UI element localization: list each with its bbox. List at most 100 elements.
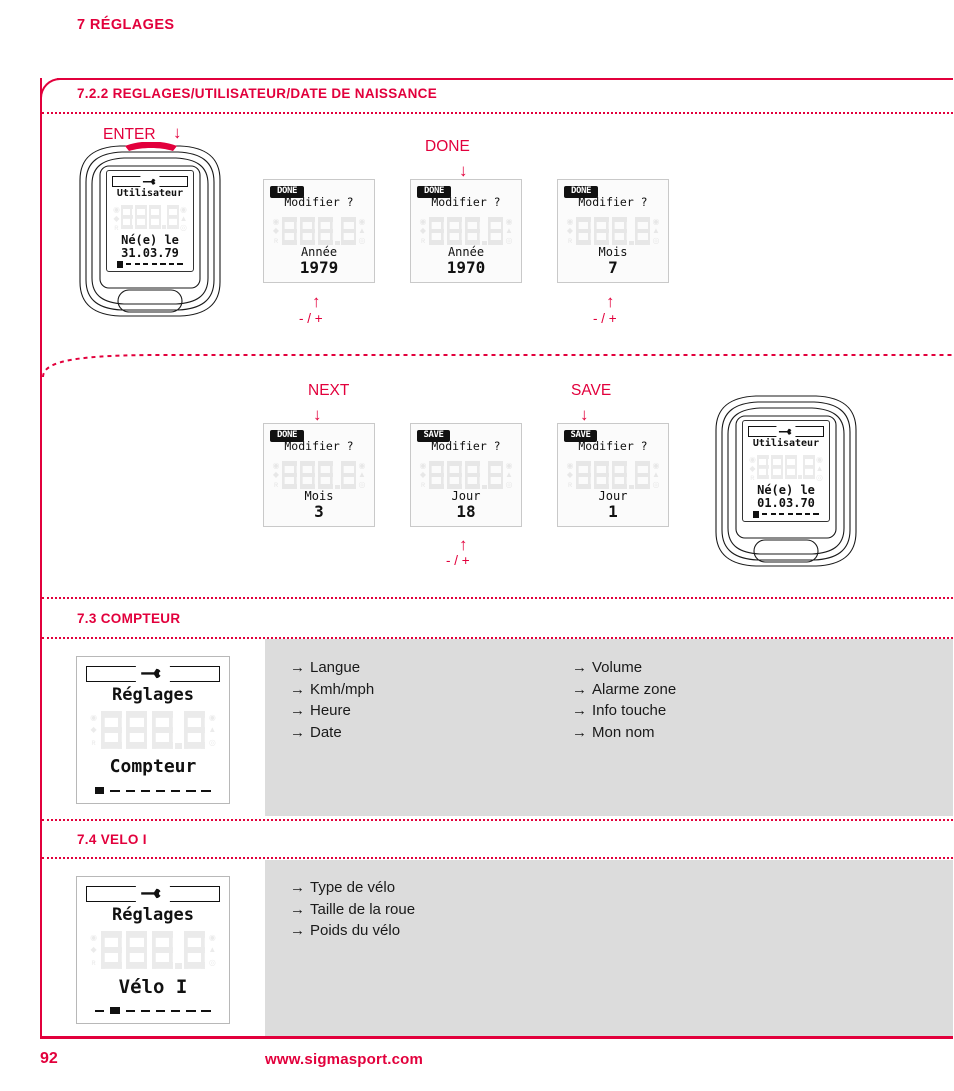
option-label: Type de vélo [310, 879, 396, 896]
lcd-page-ticks [117, 260, 183, 268]
arrow-right-icon: → [290, 922, 305, 939]
list-item: → Kmh/mph [290, 679, 374, 701]
option-label: Taille de la roue [310, 900, 416, 918]
section-heading-74: 7.4 VELO I [77, 832, 147, 847]
divider-722-top [42, 112, 953, 114]
wrench-icon [140, 174, 160, 189]
minus-plus-hint: - / + [446, 553, 470, 568]
option-label: Info touche [592, 702, 667, 719]
lcd-prompt: Modifier ? [431, 439, 501, 454]
frame-bottom-rule [40, 1036, 953, 1039]
option-label: Poids du vélo [310, 922, 401, 939]
lcd-value: 1970 [446, 257, 486, 277]
lcd-value: 18 [456, 501, 476, 521]
lcd-prompt: Modifier ? [578, 439, 648, 454]
chapter-title: 7 RÉGLAGES [77, 17, 175, 33]
lcd-value: 1 [608, 501, 618, 521]
arrow-down-icon: ↓ [459, 161, 468, 180]
lcd-ghost-segments: ◉ ◆ ʀ ◉ ▲ ◎ [90, 931, 217, 969]
list-item: → Langue [290, 657, 374, 679]
lcd-ghost-segments: ◉ ◆ ʀ ◉ ▲ ◎ [748, 455, 824, 482]
option-label: Date [310, 723, 342, 741]
lcd-value: 3 [314, 501, 324, 521]
lcd-title: Réglages [112, 904, 194, 925]
list-item: → Info touche [572, 700, 676, 722]
arrow-down-icon: ↓ [580, 405, 589, 424]
options-left-73: → Langue → Kmh/mph → Heure → Date [290, 657, 374, 743]
lcd-page-ticks [95, 1007, 211, 1015]
list-item: → Alarme zone [572, 679, 676, 701]
divider-74-bottom [42, 857, 953, 859]
lcd-value: 1979 [299, 257, 339, 277]
list-item: → Type de vélo [290, 877, 415, 899]
option-label: Volume [592, 659, 643, 676]
arrow-right-icon: → [572, 680, 587, 698]
option-label: Alarme zone [592, 680, 677, 698]
options-left-74: → Type de vélo → Taille de la roue → Poids … [290, 877, 415, 942]
next-command-label: NEXT [308, 382, 350, 399]
lcd-velo: Réglages ◉ ◆ ʀ ◉ ▲ ◎ Vélo I [76, 876, 230, 1024]
list-item: → Taille de la roue [290, 899, 415, 921]
lcd-screen-6: SAVE Modifier ? ◉ ◆ ʀ ◉ ▲ ◎ Jour 1 [557, 423, 669, 527]
arrow-right-icon: → [290, 680, 305, 698]
section-heading-722: 7.2.2 REGLAGES/UTILISATEUR/DATE DE NAISS… [77, 86, 437, 101]
lcd-prompt: Modifier ? [431, 195, 501, 210]
arrow-right-icon: → [290, 900, 305, 918]
lcd-top-bar [748, 424, 824, 439]
list-item: → Mon nom [572, 722, 676, 744]
divider-73-top [42, 597, 953, 599]
arrow-down-icon: ↓ [173, 123, 182, 142]
lcd-ghost-segments: ◉ ◆ ʀ ◉ ▲ ◎ [272, 216, 366, 246]
done-command-label: DONE [425, 138, 470, 155]
arrow-right-icon: → [290, 702, 305, 719]
lcd-ghost-segments: ◉ ◆ ʀ ◉ ▲ ◎ [419, 216, 513, 246]
list-item: → Heure [290, 700, 374, 722]
list-item: → Date [290, 722, 374, 744]
lcd-title: Réglages [112, 684, 194, 705]
wrench-icon [135, 663, 171, 685]
website-url: www.sigmasport.com [265, 1051, 424, 1068]
minus-plus-hint: - / + [299, 311, 323, 326]
wrench-icon [776, 424, 796, 439]
lcd-screen-3: DONE Modifier ? ◉ ◆ ʀ ◉ ▲ ◎ Mois 7 [557, 179, 669, 283]
minus-plus-hint: - / + [593, 311, 617, 326]
options-right-73: → Volume → Alarme zone → Info touche → Mon n… [572, 657, 676, 743]
arrow-right-icon: → [290, 879, 305, 896]
arrow-right-icon: → [572, 702, 587, 719]
lcd-page-ticks [753, 510, 819, 518]
lcd-top-bar [86, 663, 220, 685]
row-divider-curved [42, 348, 953, 378]
lcd-top-bar [112, 174, 188, 189]
arrow-right-icon: → [290, 723, 305, 741]
divider-74-top [42, 819, 953, 821]
lcd-label: Né(e) le [757, 483, 815, 497]
save-command-label: SAVE [571, 382, 612, 399]
manual-page: 7 RÉGLAGES 7.2.2 REGLAGES/UTILISATEUR/DA… [0, 0, 954, 1091]
lcd-title: Utilisateur [752, 438, 820, 449]
lcd-value: Compteur [109, 756, 197, 778]
lcd-prompt: Modifier ? [284, 439, 354, 454]
lcd-prompt: Modifier ? [284, 195, 354, 210]
arrow-right-icon: → [290, 659, 305, 676]
device-lcd-before: Utilisateur ◉ ◆ ʀ ◉ ▲ ◎ Né(e) le 31.03.79 [106, 170, 194, 272]
wrench-icon [135, 883, 171, 905]
lcd-value: 7 [608, 257, 618, 277]
option-label: Langue [310, 659, 361, 676]
lcd-page-ticks [95, 787, 211, 795]
arrow-up-icon: ↑ [606, 292, 615, 311]
option-label: Kmh/mph [310, 680, 375, 698]
lcd-value: 01.03.70 [757, 496, 815, 510]
list-item: → Poids du vélo [290, 920, 415, 942]
lcd-ghost-segments: ◉ ◆ ʀ ◉ ▲ ◎ [272, 460, 366, 490]
lcd-prompt: Modifier ? [578, 195, 648, 210]
lcd-ghost-segments: ◉ ◆ ʀ ◉ ▲ ◎ [566, 460, 660, 490]
lcd-compteur: Réglages ◉ ◆ ʀ ◉ ▲ ◎ Compteur [76, 656, 230, 804]
arrow-up-icon: ↑ [312, 292, 321, 311]
lcd-screen-2: DONE Modifier ? ◉ ◆ ʀ ◉ ▲ ◎ Année 1970 [410, 179, 522, 283]
arrow-right-icon: → [572, 723, 587, 741]
list-item: → Volume [572, 657, 676, 679]
arrow-down-icon: ↓ [313, 405, 322, 424]
lcd-screen-5: SAVE Modifier ? ◉ ◆ ʀ ◉ ▲ ◎ Jour 18 [410, 423, 522, 527]
lcd-value: 31.03.79 [121, 246, 179, 260]
arrow-up-icon: ↑ [459, 535, 468, 554]
